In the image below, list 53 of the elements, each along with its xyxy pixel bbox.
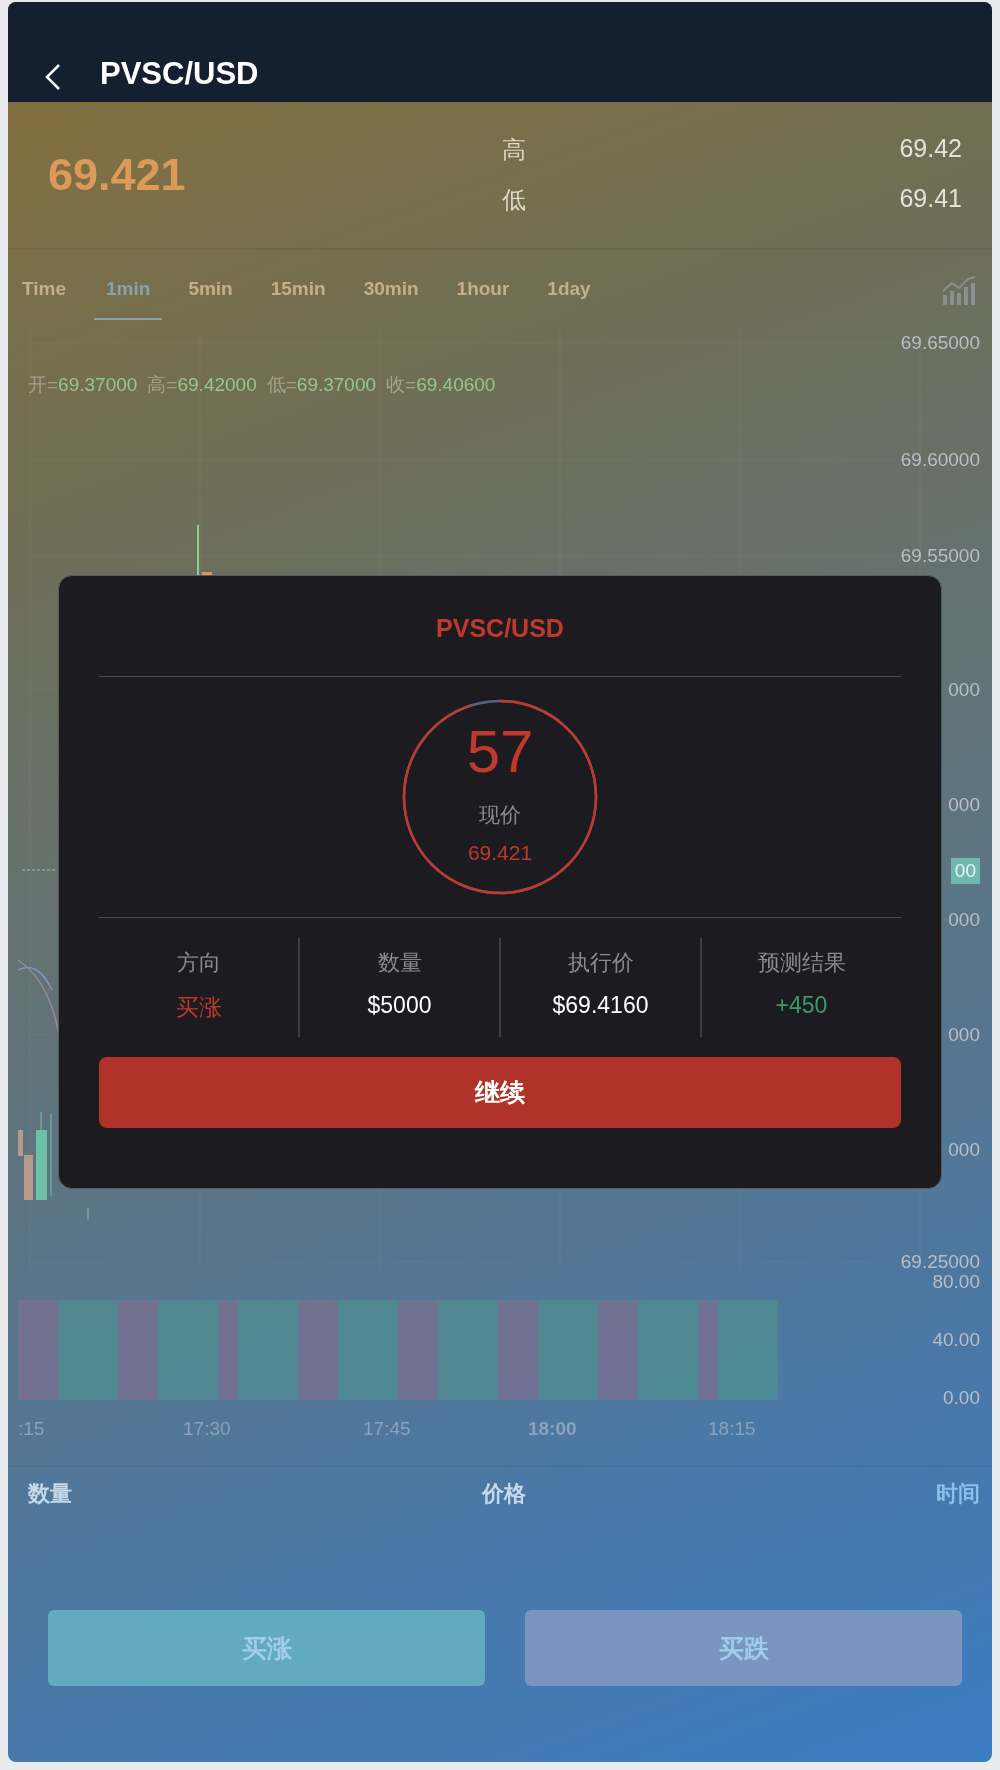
- ohlc-value: 69.40600: [416, 374, 496, 395]
- ohlc-label: 低=: [266, 374, 297, 395]
- current-price-tag: 00: [950, 858, 980, 884]
- ohlc-value: 69.42000: [177, 374, 257, 395]
- interval-tab[interactable]: 1hour: [456, 260, 510, 320]
- stat-value: 买涨: [175, 993, 222, 1022]
- price-axis-label: 000: [948, 678, 980, 702]
- high-value: 69.42: [898, 134, 962, 164]
- price-axis-label: 69.55000: [900, 544, 980, 568]
- time-axis-label: 17:30: [183, 1418, 231, 1440]
- price-axis-label: 69.65000: [900, 331, 980, 355]
- interval-tab[interactable]: Time: [22, 260, 66, 320]
- volume-axis-label: 0.00: [943, 1386, 980, 1410]
- stat-label: 执行价: [567, 949, 634, 977]
- price-axis-label: 000: [948, 1023, 980, 1047]
- price-axis-label: 000: [948, 908, 980, 932]
- last-price: 69.421: [48, 149, 187, 201]
- low-value: 69.41: [898, 184, 962, 214]
- stat-value: +450: [775, 992, 828, 1019]
- ohlc-label: 高=: [147, 374, 178, 395]
- stat-label: 数量: [377, 949, 422, 977]
- stat-label: 预测结果: [757, 949, 846, 977]
- interval-tab[interactable]: 15min: [270, 260, 326, 320]
- interval-tab[interactable]: 1day: [547, 260, 591, 320]
- continue-button[interactable]: 继续: [99, 1057, 901, 1128]
- volume-axis-label: 40.00: [932, 1328, 980, 1352]
- interval-tab[interactable]: 1min: [94, 260, 163, 320]
- time-axis-label: 18:00: [528, 1418, 577, 1440]
- time-axis-label: 17:45: [363, 1418, 411, 1440]
- price-axis-label: 000: [948, 1138, 980, 1162]
- stat-value: $5000: [367, 992, 432, 1019]
- column-header: 时间: [936, 1480, 980, 1508]
- ohlc-value: 69.37000: [296, 374, 377, 395]
- column-header: 数量: [28, 1480, 72, 1508]
- current-price: 69.421: [467, 841, 533, 865]
- buy-up-button[interactable]: 买涨: [48, 1610, 485, 1686]
- time-axis-label: 18:15: [708, 1418, 756, 1440]
- low-label: 低: [502, 185, 526, 215]
- page-title: PVSC/USD: [100, 56, 259, 92]
- dialog-title: PVSC/USD: [99, 576, 901, 677]
- stat-label: 方向: [176, 949, 221, 977]
- back-icon[interactable]: [44, 62, 62, 92]
- high-label: 高: [502, 135, 526, 165]
- price-axis-label: 000: [948, 793, 980, 817]
- column-header: 价格: [482, 1480, 526, 1508]
- current-price-label: 现价: [479, 802, 521, 828]
- stat-value: $69.4160: [552, 992, 649, 1019]
- interval-tab[interactable]: 5min: [188, 260, 233, 320]
- ohlc-value: 69.37000: [58, 374, 138, 395]
- countdown-number: 57: [466, 717, 534, 787]
- ohlc-label: 开=: [28, 374, 59, 395]
- price-axis-label: 69.60000: [900, 448, 980, 472]
- interval-tab[interactable]: 30min: [363, 260, 419, 320]
